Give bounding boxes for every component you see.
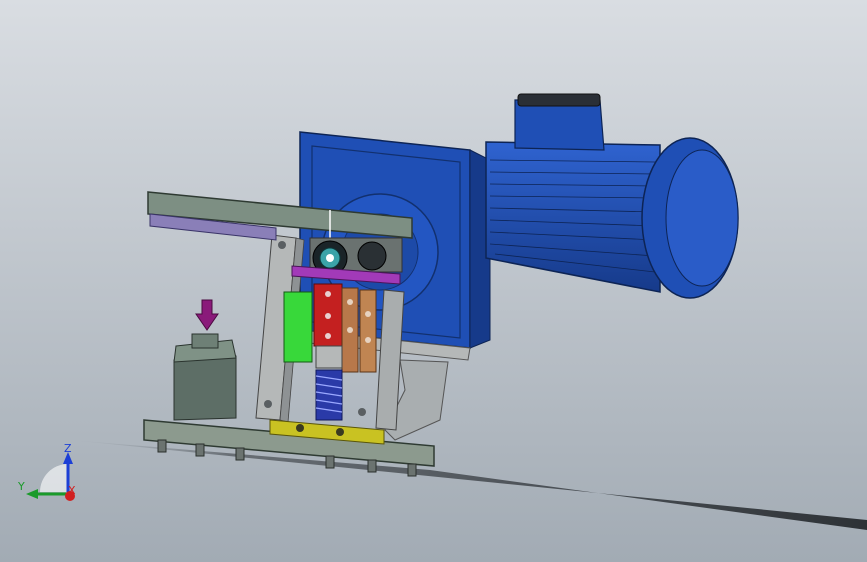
bolt — [264, 400, 272, 408]
cad-viewport[interactable]: Z Y X — [0, 0, 867, 562]
copper-block-2[interactable] — [359, 289, 377, 373]
mount-block-cap — [191, 333, 219, 349]
bolt — [336, 428, 344, 436]
motor-terminal-box[interactable] — [514, 99, 605, 151]
bolt — [325, 333, 331, 339]
model-scene[interactable]: Z Y X — [0, 0, 867, 562]
bolt — [325, 313, 331, 319]
motor-fan-cover-face — [665, 149, 739, 287]
bearing-hub — [326, 254, 334, 262]
triad-x-label: X — [68, 484, 76, 497]
bolt — [278, 241, 286, 249]
bolt — [358, 408, 366, 416]
bolt — [296, 424, 304, 432]
bolt — [347, 299, 353, 305]
triad-z-label: Z — [64, 442, 72, 455]
bolt — [365, 311, 371, 317]
mount-block-lower[interactable] — [173, 355, 237, 421]
bolt — [347, 327, 353, 333]
drive-wheel — [357, 241, 387, 271]
triad-y-label: Y — [17, 480, 25, 493]
spring-cap — [315, 345, 343, 369]
slide-blocks[interactable] — [283, 283, 377, 373]
bolt — [365, 337, 371, 343]
terminal-box-lid — [517, 93, 601, 107]
compression-spring[interactable] — [315, 369, 343, 421]
bolt — [325, 291, 331, 297]
green-block[interactable] — [283, 291, 313, 363]
